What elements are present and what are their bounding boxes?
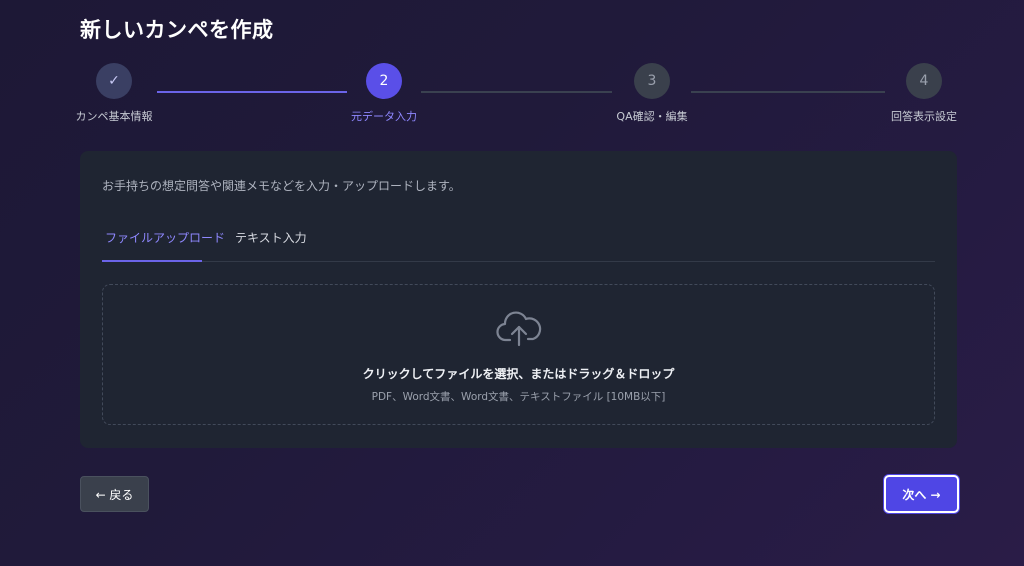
step-answer-display[interactable]: 4 回答表示設定 (854, 63, 994, 124)
step-number: 4 (906, 63, 942, 99)
step-label: 元データ入力 (351, 110, 417, 123)
tab-file-upload[interactable]: ファイルアップロード (102, 229, 228, 246)
dropzone-subtitle: PDF、Word文書、Word文書、テキストファイル [10MB以下] (371, 391, 666, 403)
check-icon: ✓ (96, 63, 132, 99)
next-button[interactable]: 次へ → (884, 475, 959, 513)
step-label: QA確認・編集 (616, 110, 688, 123)
step-label: 回答表示設定 (891, 110, 957, 123)
back-button[interactable]: ← 戻る (80, 476, 149, 512)
stepper: ✓ カンペ基本情報 2 元データ入力 3 QA確認・編集 4 回答表示設定 (0, 63, 1024, 133)
cloud-upload-icon (496, 311, 542, 347)
tab-text-input[interactable]: テキスト入力 (232, 229, 310, 246)
active-tab-indicator (102, 260, 202, 262)
step-basic-info[interactable]: ✓ カンペ基本情報 (44, 63, 184, 124)
file-dropzone[interactable]: クリックしてファイルを選択、またはドラッグ＆ドロップ PDF、Word文書、Wo… (102, 284, 935, 425)
step-label: カンペ基本情報 (75, 110, 153, 123)
dropzone-title: クリックしてファイルを選択、またはドラッグ＆ドロップ (362, 367, 675, 381)
step-qa-review[interactable]: 3 QA確認・編集 (582, 63, 722, 124)
source-input-card: お手持ちの想定問答や関連メモなどを入力・アップロードします。 ファイルアップロー… (80, 151, 957, 448)
step-number: 3 (634, 63, 670, 99)
input-tabs: ファイルアップロード テキスト入力 (102, 221, 935, 262)
step-source-input[interactable]: 2 元データ入力 (314, 63, 454, 124)
step-number: 2 (366, 63, 402, 99)
card-description: お手持ちの想定問答や関連メモなどを入力・アップロードします。 (102, 179, 461, 193)
page-title: 新しいカンペを作成 (80, 18, 274, 42)
